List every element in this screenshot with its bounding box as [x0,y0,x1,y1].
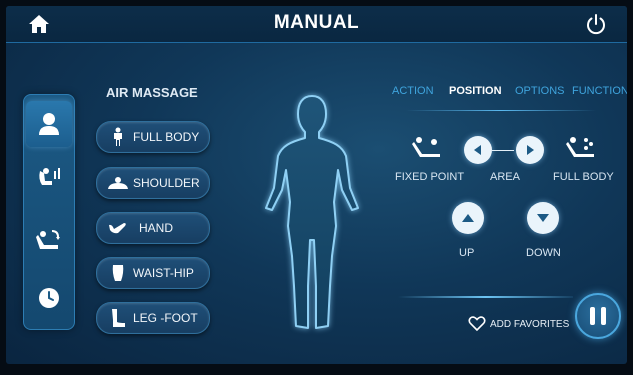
area-right-button[interactable] [516,136,544,164]
up-button[interactable] [452,202,484,234]
full-body-button[interactable]: FULL BODY [96,121,210,153]
body-silhouette [265,95,359,329]
area-left-button[interactable] [464,136,492,164]
sidebar-item-timer[interactable] [32,281,66,315]
tab-options[interactable]: OPTIONS [515,85,565,97]
fixed-point-button[interactable] [410,134,444,165]
area-range-line [492,150,514,151]
waist-hip-icon [105,264,131,282]
tab-action[interactable]: ACTION [392,85,434,97]
leg-foot-label: LEG -FOOT [133,311,198,325]
mode-sidebar [23,94,75,330]
footer-divider [398,296,573,298]
pause-button[interactable] [575,293,621,339]
sidebar-item-chair-user[interactable] [32,161,66,195]
hand-icon [105,221,131,235]
pause-icon [587,307,609,325]
sidebar-item-recline[interactable] [32,223,66,257]
down-label: DOWN [526,247,561,259]
leg-foot-icon [105,308,131,328]
heart-icon [468,316,486,332]
tab-divider [406,110,596,111]
arrow-down-icon [537,214,549,222]
tab-function[interactable]: FUNCTION [572,85,627,97]
add-favorites-button[interactable]: ADD FAVORITES [468,316,569,332]
recline-icon [36,230,60,249]
power-icon [587,14,605,35]
shoulder-button[interactable]: SHOULDER [96,167,210,199]
arrow-right-icon [527,145,534,155]
clock-icon [39,288,59,308]
area-label: AREA [490,171,520,183]
leg-foot-button[interactable]: LEG -FOOT [96,302,210,334]
waist-hip-button[interactable]: WAIST-HIP [96,257,210,289]
fixed-point-label: FIXED POINT [395,171,465,183]
full-body-label: FULL BODY [133,130,200,144]
chair-user-icon [39,168,60,185]
hand-label: HAND [139,221,174,235]
tab-position[interactable]: POSITION [449,85,502,97]
hand-button[interactable]: HAND [96,212,210,244]
shoulder-label: SHOULDER [133,176,200,190]
sidebar-item-person[interactable] [26,101,72,147]
full-body-position-button[interactable] [564,134,598,165]
air-massage-title: AIR MASSAGE [106,85,198,100]
arrow-up-icon [462,214,474,222]
app-screen: MANUAL AIR MASSAGE FULL BODY SHOULDER HA… [6,6,627,364]
add-favorites-label: ADD FAVORITES [490,318,570,330]
top-bar: MANUAL [6,6,627,43]
down-button[interactable] [527,202,559,234]
up-label: UP [459,247,475,259]
full-body-icon [105,127,131,147]
power-button[interactable] [583,12,609,36]
waist-hip-label: WAIST-HIP [133,266,194,280]
person-icon [39,113,59,135]
fixed-point-icon [412,137,440,157]
full-body-recline-icon [566,137,594,157]
arrow-left-icon [474,145,481,155]
full-body-position-label: FULL BODY [553,171,614,183]
shoulder-icon [105,176,131,190]
page-title: MANUAL [273,12,360,33]
